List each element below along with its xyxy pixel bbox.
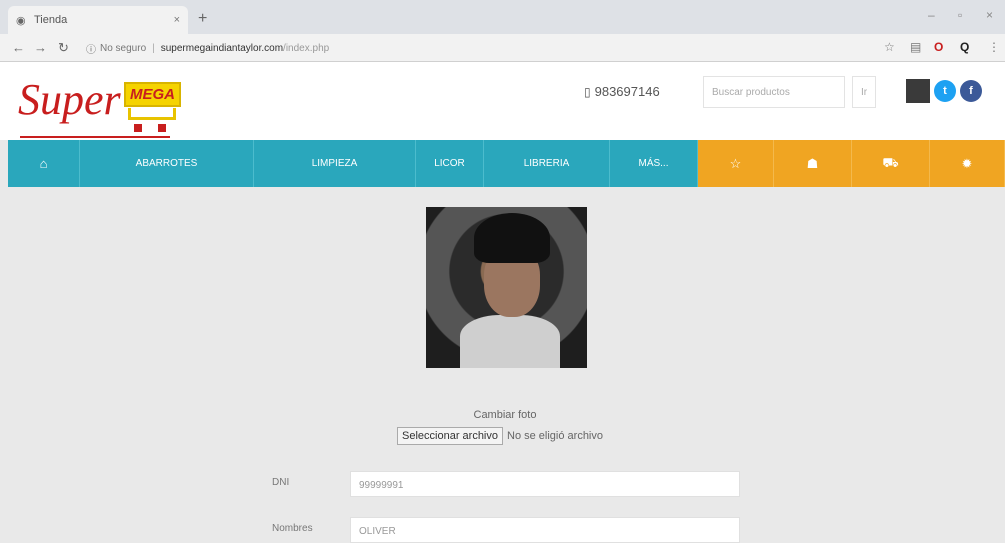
nav-mas[interactable]: MÁS... [610, 140, 698, 187]
close-window-icon[interactable]: × [986, 8, 993, 22]
phone-icon: ▯ [584, 84, 591, 99]
twitter-icon[interactable]: t [934, 80, 956, 102]
users-icon: ☗ [806, 155, 819, 171]
bookmark-star-icon[interactable]: ☆ [884, 40, 895, 54]
browser-tab-bar: ◉ Tienda × + – ▫ × [0, 0, 1005, 34]
opera-extension-icon[interactable]: O [934, 40, 943, 54]
star-icon: ☆ [729, 155, 742, 171]
search-button[interactable]: Ir [852, 76, 876, 108]
new-tab-icon[interactable]: + [198, 10, 207, 28]
minimize-icon[interactable]: – [928, 8, 935, 22]
cart-wheel-left [134, 124, 142, 132]
url-host: supermegaindiantaylor.com [160, 42, 284, 54]
cart-icon: ⛟ [882, 154, 899, 170]
nav-favorites[interactable]: ☆ [698, 140, 774, 187]
globe-icon: ◉ [16, 15, 26, 27]
dni-field[interactable]: 99999991 [350, 471, 740, 497]
cart-wheel-right [158, 124, 166, 132]
logo-super-text: Super [18, 75, 121, 124]
security-label: No seguro [100, 42, 147, 54]
menu-icon[interactable]: ⋮ [988, 40, 1000, 54]
url-input[interactable]: ⓘ No seguro | supermegaindiantaylor.com … [86, 38, 866, 58]
dni-label: DNI [272, 477, 290, 488]
gear-icon: ✹ [961, 155, 973, 171]
close-tab-icon[interactable]: × [174, 14, 180, 26]
nav-account[interactable]: ☗ [774, 140, 852, 187]
phone-number: ▯ 983697146 [584, 84, 660, 99]
nombres-label: Nombres [272, 523, 313, 534]
nav-home[interactable]: ⌂ [8, 140, 80, 187]
user-avatar[interactable] [906, 79, 930, 103]
facebook-icon[interactable]: f [960, 80, 982, 102]
browser-tab[interactable]: ◉ Tienda × [8, 6, 188, 34]
nav-libreria[interactable]: LIBRERIA [484, 140, 610, 187]
nav-settings[interactable]: ✹ [930, 140, 1005, 187]
reload-icon[interactable]: ↻ [58, 40, 69, 56]
nav-limpieza[interactable]: LIMPIEZA [254, 140, 416, 187]
home-icon: ⌂ [39, 156, 48, 171]
maximize-icon[interactable]: ▫ [958, 8, 962, 22]
profile-extension-icon[interactable]: Q [960, 40, 969, 54]
nav-cart[interactable]: ⛟ [852, 140, 930, 187]
extension-icon[interactable]: ▤ [910, 40, 921, 54]
phone-text: 983697146 [594, 84, 660, 99]
nombres-field[interactable]: OLIVER [350, 517, 740, 543]
url-separator: | [152, 42, 155, 54]
main-nav: ⌂ ABARROTES LIMPIEZA LICOR LIBRERIA MÁS.… [8, 140, 1005, 187]
photo-hair [474, 213, 550, 263]
url-path: /index.php [283, 42, 330, 54]
file-status: No se eligió archivo [507, 430, 603, 442]
site-logo[interactable]: Super MEGA [16, 64, 206, 140]
file-input: Seleccionar archivo No se eligió archivo [397, 427, 603, 445]
logo-mega-text: MEGA [124, 82, 181, 107]
search-input[interactable]: Buscar productos [703, 76, 845, 108]
nav-abarrotes[interactable]: ABARROTES [80, 140, 254, 187]
tab-title: Tienda [34, 14, 68, 26]
profile-page: Cambiar foto Seleccionar archivo No se e… [0, 187, 1005, 543]
profile-photo [426, 207, 587, 368]
cart-logo-icon [128, 108, 176, 120]
choose-file-button[interactable]: Seleccionar archivo [397, 427, 503, 445]
nav-licor[interactable]: LICOR [416, 140, 484, 187]
info-icon[interactable]: ⓘ [86, 41, 96, 56]
photo-hood [460, 315, 560, 368]
back-icon[interactable]: ← [12, 40, 25, 55]
change-photo-label: Cambiar foto [473, 409, 537, 421]
logo-underline [20, 136, 170, 138]
forward-icon[interactable]: → [34, 40, 47, 55]
site-header: Super MEGA ▯ 983697146 Buscar productos … [0, 62, 1005, 140]
address-bar: ← → ↻ ⓘ No seguro | supermegaindiantaylo… [0, 34, 1005, 62]
